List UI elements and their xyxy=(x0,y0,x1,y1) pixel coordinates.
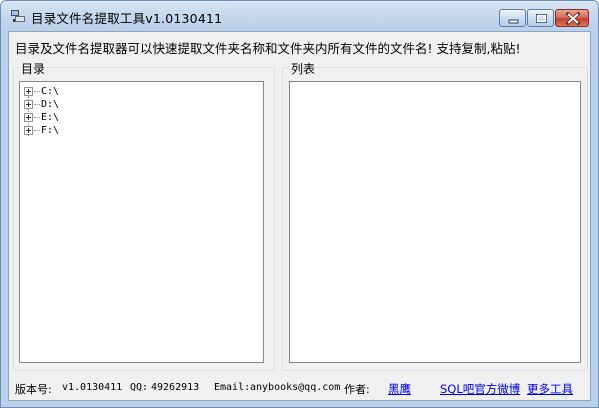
tree-item-f-drive[interactable]: F:\ xyxy=(20,124,120,137)
expand-icon[interactable] xyxy=(24,113,33,122)
footer-bar: 版本号: v1.0130411 QQ: 49262913 Email: anyb… xyxy=(15,381,585,397)
window-title: 目录文件名提取工具v1.0130411 xyxy=(31,11,223,26)
qq-label: QQ: xyxy=(130,382,149,393)
minimize-icon xyxy=(508,19,519,24)
tree-item-d-drive[interactable]: D:\ xyxy=(20,98,120,111)
email-value: anybooks@qq.com xyxy=(250,382,341,393)
expand-icon[interactable] xyxy=(24,100,33,109)
close-icon xyxy=(565,11,581,26)
qq-value: 49262913 xyxy=(151,382,200,393)
tree-item-label: E:\ xyxy=(41,112,60,123)
description-text: 目录及文件名提取器可以快速提取文件夹名称和文件夹内所有文件的文件名! 支持复制,… xyxy=(15,41,521,56)
file-list-textbox[interactable] xyxy=(289,81,581,363)
expand-icon[interactable] xyxy=(24,126,33,135)
author-link[interactable]: 黑鹰 xyxy=(388,381,411,397)
version-label: 版本号: xyxy=(15,383,52,396)
tree-item-e-drive[interactable]: E:\ xyxy=(20,111,120,124)
tree-item-label: F:\ xyxy=(41,125,60,136)
title-bar[interactable]: 目录文件名提取工具v1.0130411 xyxy=(1,1,598,31)
maximize-icon xyxy=(536,14,547,23)
app-window: 目录文件名提取工具v1.0130411 目录及文件名提取器可以快速提取文件夹名称… xyxy=(0,0,599,408)
tree-item-label: C:\ xyxy=(41,86,60,97)
author-label: 作者: xyxy=(344,383,370,396)
close-button[interactable] xyxy=(555,9,589,27)
minimize-button[interactable] xyxy=(499,9,526,27)
list-group-label: 列表 xyxy=(289,60,318,77)
email-label: Email: xyxy=(214,382,251,393)
tree-item-label: D:\ xyxy=(41,99,60,110)
tree-item-c-drive[interactable]: C:\ xyxy=(20,85,120,98)
maximize-button[interactable] xyxy=(527,9,554,27)
directory-tree[interactable]: C:\ D:\ E:\ F:\ xyxy=(19,81,264,363)
version-value: v1.0130411 xyxy=(62,382,123,393)
client-area: 目录及文件名提取器可以快速提取文件夹名称和文件夹内所有文件的文件名! 支持复制,… xyxy=(8,31,591,401)
more-tools-link[interactable]: 更多工具 xyxy=(527,381,573,397)
weibo-link[interactable]: SQL吧官方微博 xyxy=(440,381,520,397)
expand-icon[interactable] xyxy=(24,87,33,96)
app-icon xyxy=(9,7,27,25)
directory-group-label: 目录 xyxy=(19,60,48,77)
